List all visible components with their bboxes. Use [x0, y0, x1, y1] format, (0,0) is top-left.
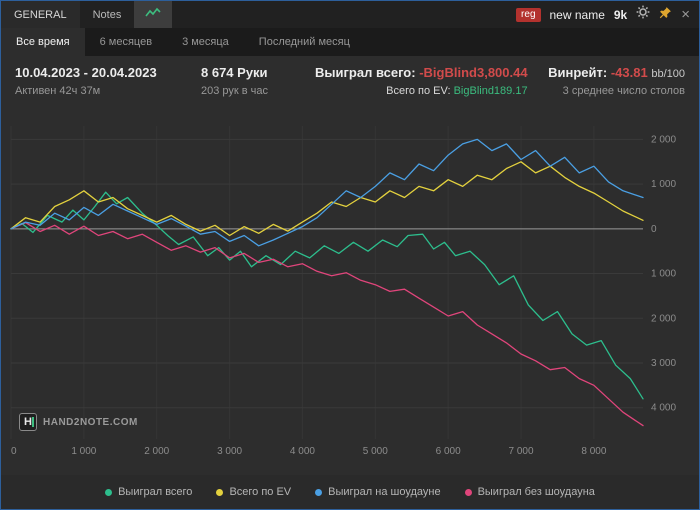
hand2note-window: GENERAL Notes reg new name 9k × Все врем… — [0, 0, 700, 510]
legend-item-showdown[interactable]: Выиграл на шоудауне — [315, 486, 441, 498]
svg-text:0: 0 — [651, 224, 657, 235]
date-range-block: 10.04.2023 - 20.04.2023 Активен 42ч 37м — [15, 65, 201, 97]
svg-text:8 000: 8 000 — [581, 446, 606, 457]
winrate-label: Винрейт: — [548, 65, 608, 80]
period-tab-label: 6 месяцев — [99, 36, 153, 48]
date-range: 10.04.2023 - 20.04.2023 — [15, 65, 157, 80]
period-tab-label: 3 месяца — [182, 36, 229, 48]
svg-text:4 000: 4 000 — [290, 446, 315, 457]
top-bar-right: reg new name 9k × — [516, 1, 699, 28]
period-tab-label: Последний месяц — [258, 36, 350, 48]
tab-general-label: GENERAL — [14, 8, 67, 21]
close-icon[interactable]: × — [681, 7, 690, 22]
svg-text:0: 0 — [11, 446, 17, 457]
hands-per-hour: 203 рук в час — [201, 85, 269, 97]
hands-count: 8 674 Руки — [201, 65, 268, 80]
legend-dot-green — [105, 488, 113, 496]
period-tabs: Все время 6 месяцев 3 месяца Последний м… — [1, 28, 699, 56]
svg-text:2 000: 2 000 — [651, 134, 676, 145]
gear-icon[interactable] — [636, 5, 650, 24]
legend-dot-yellow — [216, 488, 224, 496]
active-time: Активен 42ч 37м — [15, 85, 101, 97]
svg-text:3 000: 3 000 — [217, 446, 242, 457]
chart-line-icon — [145, 6, 161, 24]
hand2note-logo: H HAND2NOTE.COM — [19, 413, 138, 431]
player-name: new name — [549, 7, 605, 22]
top-bar: GENERAL Notes reg new name 9k × — [1, 1, 699, 28]
period-tab-label: Все время — [16, 36, 70, 48]
svg-text:2 000: 2 000 — [144, 446, 169, 457]
svg-text:7 000: 7 000 — [509, 446, 534, 457]
stats-header: 10.04.2023 - 20.04.2023 Активен 42ч 37м … — [1, 56, 699, 112]
tab-graph[interactable] — [134, 1, 173, 28]
tab-notes[interactable]: Notes — [80, 1, 135, 28]
period-tab-last-month[interactable]: Последний месяц — [244, 28, 365, 56]
hand2note-logo-text: HAND2NOTE.COM — [43, 416, 138, 428]
winnings-block: Выиграл всего: -BigBlind3,800.44 Всего п… — [315, 65, 528, 97]
chart-legend: Выиграл всего Всего по EV Выиграл на шоу… — [1, 475, 699, 509]
legend-label: Выиграл без шоудауна — [477, 486, 595, 498]
legend-item-non-showdown[interactable]: Выиграл без шоудауна — [464, 486, 595, 498]
svg-text:1 000: 1 000 — [651, 179, 676, 190]
svg-text:1 000: 1 000 — [71, 446, 96, 457]
legend-item-won-total[interactable]: Выиграл всего — [105, 486, 192, 498]
player-tag-badge[interactable]: reg — [516, 7, 541, 22]
legend-label: Выиграл на шоудауне — [328, 486, 441, 498]
hand2note-logo-icon: H — [19, 413, 37, 431]
hands-block: 8 674 Руки 203 рук в час — [201, 65, 309, 97]
period-tab-3-months[interactable]: 3 месяца — [167, 28, 244, 56]
stakes-label: 9k — [613, 7, 628, 22]
won-total-label: Выиграл всего: — [315, 65, 416, 80]
legend-label: Выиграл всего — [118, 486, 193, 498]
tab-general[interactable]: GENERAL — [1, 1, 80, 28]
pin-icon[interactable] — [659, 6, 672, 24]
svg-text:5 000: 5 000 — [363, 446, 388, 457]
legend-dot-pink — [464, 488, 472, 496]
svg-text:6 000: 6 000 — [436, 446, 461, 457]
winrate-value: -43.81 — [610, 65, 648, 80]
period-tab-all-time[interactable]: Все время — [1, 28, 85, 56]
period-tab-6-months[interactable]: 6 месяцев — [85, 28, 167, 56]
winrate-units: bb/100 — [651, 68, 685, 80]
won-total-value: -BigBlind3,800.44 — [419, 65, 528, 80]
winnings-chart[interactable]: 0 1 000 2 000 3 000 4 000 5 000 6 000 7 000 8 00… — [1, 112, 699, 475]
winrate-block: Винрейт: -43.81 bb/100 3 среднее число с… — [548, 65, 685, 97]
legend-label: Всего по EV — [229, 486, 292, 498]
svg-text:3 000: 3 000 — [651, 358, 676, 369]
ev-total-label: Всего по EV: — [386, 85, 451, 97]
ev-total-value: BigBlind189.17 — [453, 85, 528, 97]
legend-dot-blue — [315, 488, 323, 496]
svg-text:4 000: 4 000 — [651, 403, 676, 414]
svg-text:2 000: 2 000 — [651, 313, 676, 324]
svg-text:1 000: 1 000 — [651, 269, 676, 280]
avg-tables: 3 среднее число столов — [562, 85, 685, 97]
tab-notes-label: Notes — [92, 8, 122, 21]
legend-item-ev[interactable]: Всего по EV — [216, 486, 291, 498]
